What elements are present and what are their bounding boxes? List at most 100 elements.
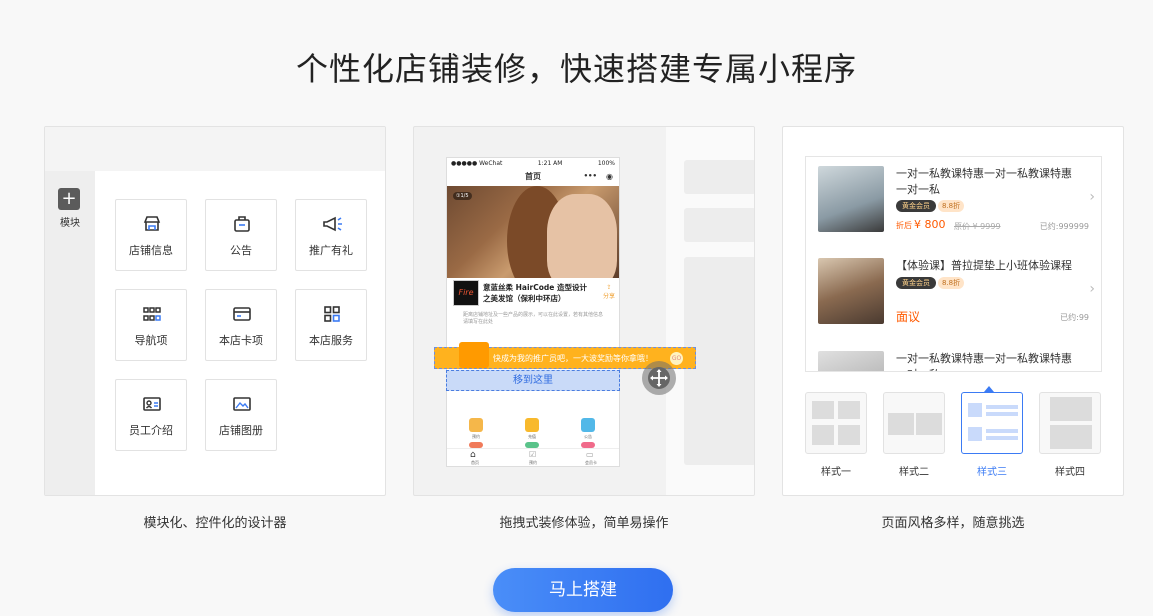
target-icon: ◉ xyxy=(606,172,613,181)
shop-info-block: Fire 意蓝丝柔 HairCode 造型设计之美发馆（保利中环店） ⇪ 分享 距… xyxy=(447,278,619,333)
discount-badge: 8.8折 xyxy=(938,200,965,212)
module-staff[interactable]: 员工介绍 xyxy=(115,379,187,451)
style-label-4[interactable]: 样式四 xyxy=(1039,463,1101,478)
move-handle[interactable] xyxy=(642,361,676,395)
phone-preview: ●●●●● WeChat 1:21 AM 100% 首页 ••• ◉ ①1/5 … xyxy=(446,157,620,467)
share-icon[interactable]: ⇪ 分享 xyxy=(603,284,615,300)
placeholder-bar xyxy=(684,208,754,242)
style-option-2[interactable] xyxy=(883,392,945,454)
layout-block xyxy=(1050,397,1092,421)
chevron-right-icon: › xyxy=(1089,189,1095,205)
share-label: 分享 xyxy=(602,293,615,300)
styles-card: 一对一私教课特惠一对一私教课特惠一对一私 黄金会员 8.8折 折后 ¥ 800 … xyxy=(782,126,1124,496)
module-card-items[interactable]: 本店卡项 xyxy=(205,289,277,361)
module-label: 本店卡项 xyxy=(219,334,263,347)
grid-dots-icon xyxy=(143,307,161,321)
time-text: 1:21 AM xyxy=(537,160,563,167)
module-label: 员工介绍 xyxy=(129,424,173,437)
original-price: 原价 ¥ 9999 xyxy=(954,222,1001,231)
photo-face-shape xyxy=(547,194,617,278)
module-label: 店铺图册 xyxy=(219,424,263,437)
battery-text: 100% xyxy=(597,160,615,167)
add-module-button[interactable]: + xyxy=(58,188,80,210)
booked-count: 已约:999999 xyxy=(1039,222,1089,231)
phone-tab-bar: ⌂ ☑ ▭ 首页 预约 会员卡 xyxy=(447,448,619,466)
layout-block xyxy=(812,401,834,419)
module-services[interactable]: 本店服务 xyxy=(295,289,367,361)
image-icon xyxy=(233,397,251,411)
module-label: 导航项 xyxy=(134,334,168,347)
layout-block xyxy=(838,401,860,419)
course-title: 【体验课】普拉提垫上小班体验课程 xyxy=(896,259,1072,272)
price-prefix: 折后 xyxy=(896,221,912,230)
recharge-icon xyxy=(525,418,539,432)
course-price: ¥ 800 xyxy=(914,218,946,231)
designer-card: + 模块 店铺信息 公告 推广有礼 导航项 本店卡项 本店服务 员工介绍 店铺图… xyxy=(44,126,386,496)
grid-label: 公告 xyxy=(584,434,592,439)
move-icon xyxy=(648,367,670,389)
style-option-4[interactable] xyxy=(1039,392,1101,454)
list-item[interactable]: 一对一私教课特惠一对一私教课特惠一对一私 xyxy=(806,351,1101,371)
layout-block xyxy=(812,425,834,445)
module-gallery[interactable]: 店铺图册 xyxy=(205,379,277,451)
style-option-1[interactable] xyxy=(805,392,867,454)
carrier-text: ●●●●● WeChat xyxy=(451,160,503,167)
booking-tab-icon[interactable]: ☑ xyxy=(529,450,536,459)
build-now-button[interactable]: 马上搭建 xyxy=(493,568,673,612)
layout-block xyxy=(888,413,914,435)
course-title: 一对一私教课特惠一对一私教课特惠一对一私 xyxy=(896,352,1072,371)
phone-status-bar: ●●●●● WeChat 1:21 AM 100% xyxy=(447,158,619,169)
shop-description: 距离店铺地址及一些产品的展示，可以在此设置，若有其他信息请填写在此处 xyxy=(463,312,604,325)
module-navigation[interactable]: 导航项 xyxy=(115,289,187,361)
member-badge: 黄金会员 xyxy=(896,277,936,289)
style-label-1[interactable]: 样式一 xyxy=(805,463,867,478)
card-icon xyxy=(233,307,251,321)
drag-drop-card: ●●●●● WeChat 1:21 AM 100% 首页 ••• ◉ ①1/5 … xyxy=(413,126,755,496)
more-icon: ••• xyxy=(583,172,597,180)
layout-block xyxy=(838,425,860,445)
layout-block xyxy=(986,412,1018,416)
member-badge: 黄金会员 xyxy=(896,200,936,212)
list-item[interactable]: 【体验课】普拉提垫上小班体验课程 黄金会员 8.8折 面议 已约:99 › xyxy=(806,255,1101,345)
styles-caption: 页面风格多样，随意挑选 xyxy=(881,516,1025,531)
gift-icon xyxy=(459,342,489,368)
style-label-3[interactable]: 样式三 xyxy=(961,463,1023,478)
module-shop-info[interactable]: 店铺信息 xyxy=(115,199,187,271)
member-tab-icon[interactable]: ▭ xyxy=(586,450,594,459)
layout-block xyxy=(986,436,1018,440)
phone-title-bar: 首页 ••• ◉ xyxy=(447,169,619,184)
style-option-3[interactable] xyxy=(961,392,1023,454)
layout-block xyxy=(1050,425,1092,449)
course-thumbnail xyxy=(818,166,884,232)
notice-icon xyxy=(234,216,250,232)
layout-block xyxy=(968,403,982,417)
placeholder-bar xyxy=(684,160,754,194)
megaphone-icon xyxy=(323,216,342,232)
module-promotion[interactable]: 推广有礼 xyxy=(295,199,367,271)
layout-block xyxy=(968,427,982,441)
grid-label: 预约 xyxy=(472,434,480,439)
drop-zone[interactable]: 移到这里 xyxy=(446,370,620,391)
shop-cover-photo: ①1/5 xyxy=(447,186,619,278)
tab-booking[interactable]: 预约 xyxy=(518,460,548,466)
list-item[interactable]: 一对一私教课特惠一对一私教课特惠一对一私 黄金会员 8.8折 折后 ¥ 800 … xyxy=(806,157,1101,247)
go-badge: GO xyxy=(670,352,683,365)
sidebar-label: 模块 xyxy=(60,218,80,229)
page-title: 个性化店铺装修，快速搭建专属小程序 xyxy=(295,50,857,88)
booking-icon xyxy=(469,418,483,432)
course-thumbnail xyxy=(818,258,884,324)
designer-topbar xyxy=(45,127,385,171)
course-price: 面议 xyxy=(896,310,921,324)
module-label: 公告 xyxy=(230,244,252,257)
photo-counter: ①1/5 xyxy=(453,192,472,200)
tab-member-card[interactable]: 会员卡 xyxy=(576,460,606,466)
shop-name: 意蓝丝柔 HairCode 造型设计之美发馆（保利中环店） xyxy=(483,283,587,303)
layout-block xyxy=(986,429,1018,433)
style-label-2[interactable]: 样式二 xyxy=(883,463,945,478)
tab-home[interactable]: 首页 xyxy=(460,460,490,466)
module-notice[interactable]: 公告 xyxy=(205,199,277,271)
home-icon[interactable]: ⌂ xyxy=(470,450,476,460)
drag-caption: 拖拽式装修体验，简单易操作 xyxy=(499,516,669,531)
layout-block xyxy=(916,413,942,435)
course-title: 一对一私教课特惠一对一私教课特惠一对一私 xyxy=(896,167,1072,196)
